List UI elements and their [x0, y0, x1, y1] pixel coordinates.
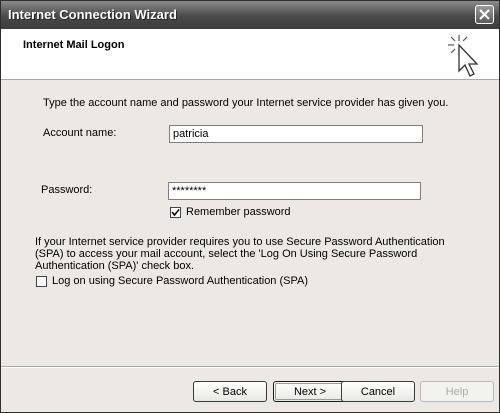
help-button[interactable]: Help	[420, 381, 494, 402]
spa-checkbox[interactable]	[36, 276, 47, 287]
spa-info-line3: Authentication (SPA)' check box.	[35, 260, 195, 272]
check-icon	[171, 208, 180, 217]
title-bar[interactable]: Internet Connection Wizard	[1, 1, 499, 29]
close-icon	[479, 9, 490, 20]
remember-password-checkbox[interactable]	[170, 207, 181, 218]
wizard-header: Internet Mail Logon	[1, 29, 499, 80]
spa-info-line2: (SPA) to access your mail account, selec…	[35, 248, 418, 260]
intro-text: Type the account name and password your …	[43, 97, 449, 109]
cancel-button[interactable]: Cancel	[341, 381, 415, 402]
window-title: Internet Connection Wizard	[8, 7, 177, 22]
account-name-input[interactable]	[169, 125, 423, 143]
password-input[interactable]	[168, 182, 421, 200]
spa-info-line1: If your Internet service provider requir…	[35, 236, 445, 248]
next-button[interactable]: Next >	[273, 381, 347, 402]
footer-separator	[1, 366, 499, 368]
spa-checkbox-label[interactable]: Log on using Secure Password Authenticat…	[52, 275, 308, 287]
remember-password-label[interactable]: Remember password	[186, 206, 291, 218]
close-button[interactable]	[475, 5, 494, 24]
account-name-label: Account name:	[43, 127, 117, 139]
password-label: Password:	[41, 184, 93, 196]
wizard-cursor-icon	[448, 35, 479, 77]
back-button[interactable]: < Back	[193, 381, 267, 402]
wizard-window: Internet Connection Wizard Internet Mail…	[0, 0, 500, 413]
page-title: Internet Mail Logon	[23, 39, 125, 51]
